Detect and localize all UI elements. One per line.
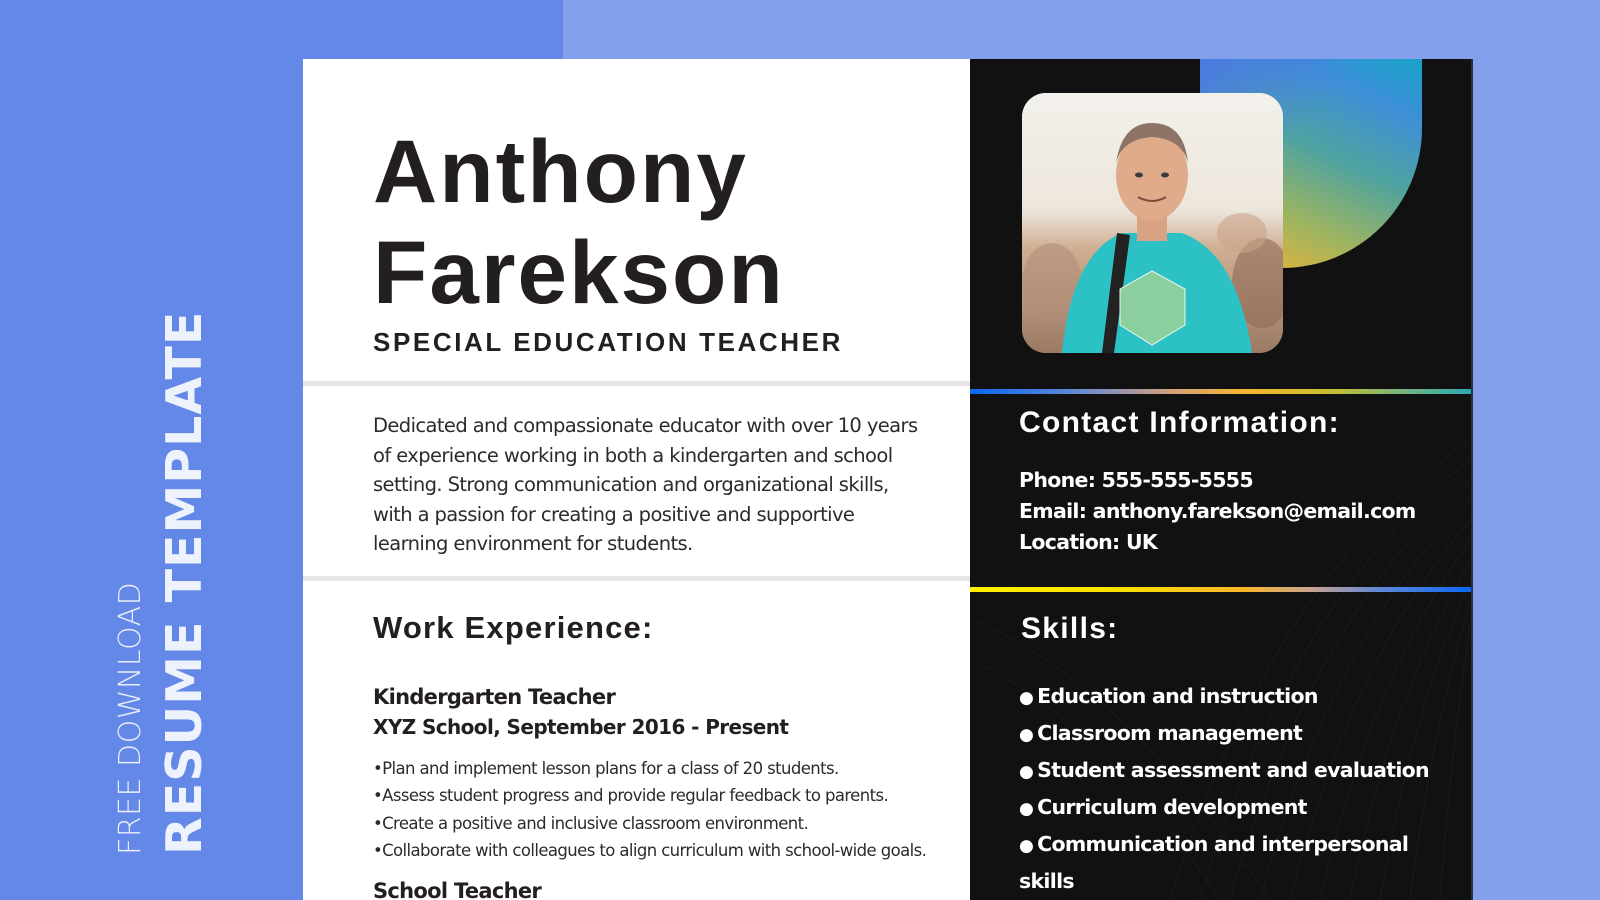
first-name: Anthony [373, 121, 748, 221]
job-role: School Teacher [373, 879, 542, 900]
person-photo-illustration [1022, 93, 1283, 353]
skills-heading: Skills: [1021, 612, 1119, 645]
divider [303, 576, 970, 581]
gradient-divider [970, 389, 1471, 394]
responsibility-item: Collaborate with colleagues to align cur… [373, 837, 927, 864]
skill-item: Student assessment and evaluation [1019, 753, 1459, 790]
contact-details: Phone: 555-555-5555 Email: anthony.farek… [1019, 465, 1416, 558]
skill-item: Classroom management [1019, 716, 1459, 753]
job-responsibilities: Plan and implement lesson plans for a cl… [373, 755, 927, 864]
contact-heading: Contact Information: [1019, 406, 1340, 439]
job-title: SPECIAL EDUCATION TEACHER [373, 327, 843, 357]
gradient-divider [970, 587, 1471, 592]
responsibility-item: Create a positive and inclusive classroo… [373, 810, 926, 837]
contact-location: Location: UK [1019, 530, 1158, 554]
promo-vertical-label: FREE DOWNLOAD RESUME TEMPLATE [110, 311, 214, 855]
work-experience-heading: Work Experience: [373, 610, 654, 645]
job-employer-dates: XYZ School, September 2016 - Present [373, 715, 789, 739]
last-name: Farekson [373, 222, 785, 322]
promo-free-download: FREE DOWNLOAD [113, 581, 148, 855]
contact-phone: Phone: 555-555-5555 [1019, 468, 1254, 492]
job-role: Kindergarten Teacher [373, 685, 616, 709]
candidate-name: Anthony Farekson [373, 121, 785, 323]
responsibility-item: Plan and implement lesson plans for a cl… [373, 755, 926, 782]
profile-photo [1022, 93, 1283, 353]
professional-summary: Dedicated and compassionate educator wit… [373, 414, 918, 555]
skill-item: Curriculum development [1019, 790, 1459, 827]
promo-resume-template: RESUME TEMPLATE [156, 310, 213, 855]
skills-list: Education and instruction Classroom mana… [1019, 679, 1459, 899]
divider [303, 381, 970, 386]
skill-item: Communication and interpersonal skills [1019, 827, 1459, 899]
resume-right-column: Contact Information: Phone: 555-555-5555… [970, 59, 1471, 900]
resume-left-column: Anthony Farekson SPECIAL EDUCATION TEACH… [303, 59, 970, 900]
document-edge [1471, 59, 1473, 900]
contact-email: Email: anthony.farekson@email.com [1019, 499, 1416, 523]
skill-item: Education and instruction [1019, 679, 1459, 716]
resume-document: Anthony Farekson SPECIAL EDUCATION TEACH… [303, 59, 1471, 900]
responsibility-item: Assess student progress and provide regu… [373, 782, 926, 809]
